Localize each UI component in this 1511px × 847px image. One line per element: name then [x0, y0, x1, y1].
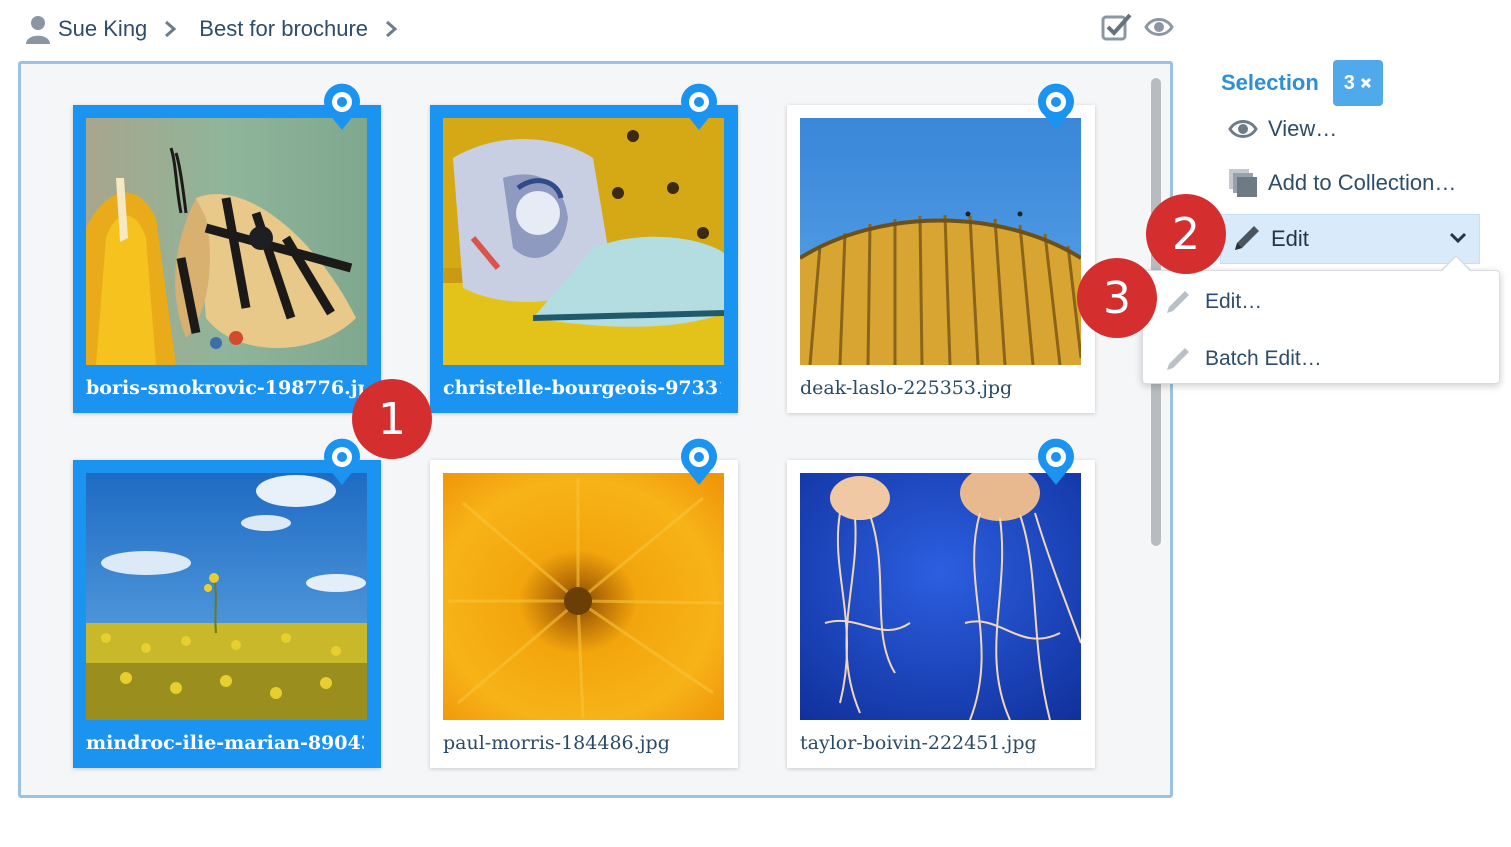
edit-label: Edit — [1271, 226, 1309, 251]
pencil-icon — [1167, 291, 1189, 313]
asset-card[interactable]: boris-smokrovic-198776.jpg — [73, 105, 381, 413]
menu-item-batch-edit[interactable]: Batch Edit… — [1163, 344, 1322, 374]
asset-browser: boris-smokrovic-198776.jpg christelle-bo… — [18, 61, 1173, 798]
eye-icon[interactable] — [1144, 15, 1174, 39]
asset-thumbnail — [443, 473, 724, 720]
asset-filename: mindroc-ilie-marian-89043.jpg — [86, 732, 364, 754]
add-to-collection-action[interactable]: Add to Collection… — [1228, 168, 1456, 198]
menu-item-label: Edit… — [1205, 290, 1263, 313]
asset-thumbnail — [86, 118, 367, 365]
asset-card[interactable]: deak-laslo-225353.jpg — [787, 105, 1095, 413]
asset-thumbnail — [86, 473, 367, 720]
collection-icon — [1229, 169, 1257, 197]
pencil-icon — [1235, 226, 1259, 250]
location-pin-icon[interactable] — [1036, 438, 1076, 486]
menu-item-edit[interactable]: Edit… — [1163, 287, 1262, 317]
asset-card[interactable]: mindroc-ilie-marian-89043.jpg — [73, 460, 381, 768]
chevron-right-icon[interactable] — [384, 20, 398, 38]
asset-thumbnail — [443, 118, 724, 365]
selection-label: Selection — [1221, 70, 1319, 95]
asset-filename: paul-morris-184486.jpg — [443, 732, 670, 754]
callout-badge: 1 — [352, 379, 432, 459]
close-icon[interactable] — [1360, 77, 1372, 89]
asset-card[interactable]: christelle-bourgeois-97331.jpg — [430, 105, 738, 413]
asset-filename: boris-smokrovic-198776.jpg — [86, 377, 364, 399]
user-icon — [26, 16, 50, 44]
asset-thumbnail — [800, 473, 1081, 720]
breadcrumb-user[interactable]: Sue King — [58, 16, 147, 42]
view-label: View… — [1268, 116, 1338, 141]
asset-filename: taylor-boivin-222451.jpg — [800, 732, 1037, 754]
view-action[interactable]: View… — [1228, 116, 1337, 142]
menu-caret-inner — [1442, 257, 1470, 271]
view-tools — [1100, 12, 1174, 42]
asset-filename: deak-laslo-225353.jpg — [800, 377, 1013, 399]
breadcrumb: Sue King Best for brochure — [24, 12, 420, 46]
selection-count: 3 — [1343, 71, 1355, 94]
location-pin-icon[interactable] — [679, 83, 719, 131]
selection-count-badge[interactable]: 3 — [1332, 60, 1383, 106]
location-pin-icon[interactable] — [322, 83, 362, 131]
checkbox-select-icon[interactable] — [1100, 12, 1134, 42]
asset-card[interactable]: taylor-boivin-222451.jpg — [787, 460, 1095, 768]
edit-menu: Edit… Batch Edit… — [1142, 270, 1500, 384]
selection-header: Selection 3 — [1221, 60, 1383, 106]
callout-badge: 2 — [1146, 194, 1226, 274]
add-to-collection-label: Add to Collection… — [1268, 170, 1457, 195]
location-pin-icon[interactable] — [1036, 83, 1076, 131]
chevron-down-icon — [1449, 232, 1467, 244]
chevron-right-icon — [165, 20, 177, 38]
asset-card[interactable]: paul-morris-184486.jpg — [430, 460, 738, 768]
asset-filename: christelle-bourgeois-97331.jpg — [443, 377, 721, 399]
pencil-icon — [1167, 348, 1189, 370]
menu-item-label: Batch Edit… — [1205, 347, 1322, 370]
location-pin-icon[interactable] — [322, 438, 362, 486]
breadcrumb-collection[interactable]: Best for brochure — [199, 16, 368, 42]
asset-thumbnail — [800, 118, 1081, 365]
location-pin-icon[interactable] — [679, 438, 719, 486]
callout-badge: 3 — [1077, 258, 1157, 338]
eye-icon — [1228, 120, 1258, 138]
